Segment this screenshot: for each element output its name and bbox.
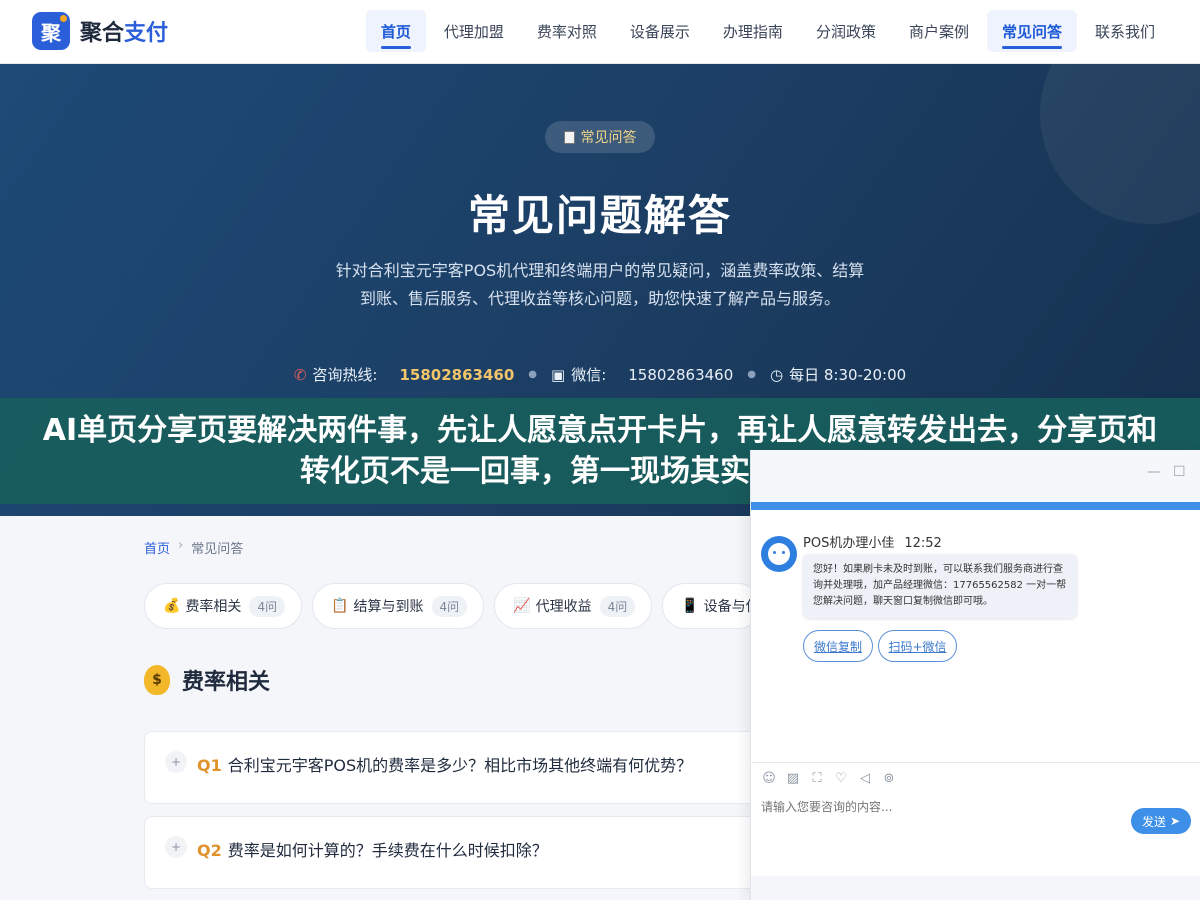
nav-link-contact[interactable]: 联系我们 [1080,10,1170,52]
expand-plus-icon[interactable]: + [165,751,187,773]
breadcrumb-home[interactable]: 首页 [144,538,170,557]
avatar-face-icon [768,543,790,565]
send-arrow-icon: ➤ [1169,814,1181,828]
money-bag-icon: 💰 [163,598,181,614]
category-count: 4问 [599,595,636,617]
faq-item-1[interactable]: + Q1 合利宝元宇客POS机的费率是多少？相比市场其他终端有何优势？ [144,731,784,804]
chat-header: — ☐ [751,450,1200,502]
question-text: 费率是如何计算的？手续费在什么时候扣除？ [227,841,548,860]
nav-link-home[interactable]: 首页 [365,10,426,52]
screenshot-icon[interactable]: ⛶ [809,770,825,786]
category-settlement[interactable]: 📋 结算与到账 4问 [312,583,485,629]
category-label: 费率相关 [185,599,242,615]
faq-item-2[interactable]: + Q2 费率是如何计算的？手续费在什么时候扣除？ [144,816,784,889]
category-count: 4问 [249,595,286,617]
faq-question: Q1 合利宝元宇客POS机的费率是多少？相比市场其他终端有何优势？ [197,752,692,776]
chart-up-icon: 📈 [513,598,531,614]
chat-message-input[interactable] [761,800,1121,814]
nav-link-faq[interactable]: 常见问答 [986,10,1077,52]
nav-links: 首页 代理加盟 费率对照 设备展示 办理指南 分润政策 商户案例 常见问答 联系… [363,10,1170,52]
hero-badge: 常见问答 [545,121,655,153]
wechat[interactable]: ▣ 微信: 15802863460 [551,364,733,385]
category-label: 代理收益 [535,599,592,615]
money-bag-icon: $ [144,665,170,695]
nav-link-agent-join[interactable]: 代理加盟 [429,10,519,52]
brand-logo[interactable]: 聚 聚合支付 [32,12,168,50]
question-text: 合利宝元宇客POS机的费率是多少？相比市场其他终端有何优势？ [227,756,693,775]
nav-link-rate-compare[interactable]: 费率对照 [522,10,612,52]
breadcrumb-separator: › [178,538,184,553]
separator-dot: ● [747,369,756,380]
phone-icon: ✆ [293,365,307,384]
section-title: 费率相关 [182,670,271,695]
faq-question: Q2 费率是如何计算的？手续费在什么时候扣除？ [197,837,548,861]
send-button[interactable]: 发送 ➤ [1131,808,1191,834]
chat-footer [751,876,1200,900]
hotline-label: 咨询热线: [312,366,378,384]
clipboard-icon: 📋 [331,598,349,614]
category-tabs: 💰 费率相关 4问 📋 结算与到账 4问 📈 代理收益 4问 📱 设备与使 [144,583,771,629]
chat-widget: — ☐ POS机办理小佳 12:52 您好！如果刷卡未及时到账，可以联系我们服务商… [750,450,1200,900]
category-rate[interactable]: 💰 费率相关 4问 [144,583,303,629]
brand-name: 聚合支付 [80,15,168,47]
breadcrumb-current: 常见问答 [191,542,244,557]
agent-avatar [761,536,797,572]
breadcrumb: 首页 › 常见问答 [144,538,243,557]
voice-icon[interactable]: ◁ [857,770,873,786]
nav-link-devices[interactable]: 设备展示 [615,10,705,52]
top-navbar: 聚 聚合支付 首页 代理加盟 费率对照 设备展示 办理指南 分润政策 商户案例 … [0,0,1200,64]
separator-dot: ● [528,369,538,380]
agent-name: POS机办理小佳 [803,536,895,551]
hotline-number[interactable]: 15802863460 [399,366,514,384]
minimize-icon[interactable]: — [1147,464,1161,480]
chat-icon: ▣ [551,365,566,384]
category-label: 结算与到账 [353,599,424,615]
hero-badge-label: 常见问答 [580,130,637,146]
chat-header-accent [751,502,1200,510]
send-label: 发送 [1141,814,1166,829]
section-heading-rate: $ 费率相关 [144,664,270,696]
rate-icon[interactable]: ♡ [833,770,849,786]
brand-name-main: 聚合 [80,21,125,46]
hours-text: 每日 8:30-20:00 [789,366,907,384]
page-title: 常见问题解答 [467,191,732,240]
hotline[interactable]: ✆ 咨询热线: 15802863460 [294,364,514,385]
chat-divider [751,762,1200,763]
history-icon[interactable]: ⊚ [881,770,897,786]
question-number: Q1 [197,756,222,775]
nav-link-guide[interactable]: 办理指南 [708,10,798,52]
logo-mark-icon: 聚 [32,12,70,50]
image-icon[interactable]: ▨ [785,770,801,786]
wechat-id[interactable]: 15802863460 [628,366,733,384]
hero-description: 针对合利宝元宇客POS机代理和终端用户的常见疑问，涵盖费率政策、结算到账、售后服… [335,261,865,308]
brand-name-accent: 支付 [124,21,169,46]
service-hours: ◷ 每日 8:30-20:00 [770,364,906,385]
clipboard-icon [563,130,575,144]
nav-link-profit-policy[interactable]: 分润政策 [801,10,891,52]
maximize-icon[interactable]: ☐ [1173,464,1186,480]
scan-wechat-button[interactable]: 扫码+微信 [878,630,957,662]
phone-device-icon: 📱 [681,598,699,614]
category-count: 4问 [431,595,468,617]
agent-message: 您好！如果刷卡未及时到账，可以联系我们服务商进行查询并处理哦，加产品经理微信：1… [803,554,1077,618]
emoji-icon[interactable]: ☺ [761,770,777,786]
clock-icon: ◷ [769,365,784,384]
question-number: Q2 [197,841,222,860]
category-agent-profit[interactable]: 📈 代理收益 4问 [494,583,653,629]
agent-meta: POS机办理小佳 12:52 [803,532,942,551]
chat-toolbar: ☺ ▨ ⛶ ♡ ◁ ⊚ [761,770,905,786]
expand-plus-icon[interactable]: + [165,836,187,858]
hero-contacts: ✆ 咨询热线: 15802863460 ● ▣ 微信: 15802863460 … [0,364,1200,385]
wechat-label: 微信: [571,366,607,384]
category-device[interactable]: 📱 设备与使 [662,583,761,629]
message-time: 12:52 [904,536,942,551]
nav-link-cases[interactable]: 商户案例 [894,10,984,52]
copy-wechat-button[interactable]: 微信复制 [803,630,873,662]
